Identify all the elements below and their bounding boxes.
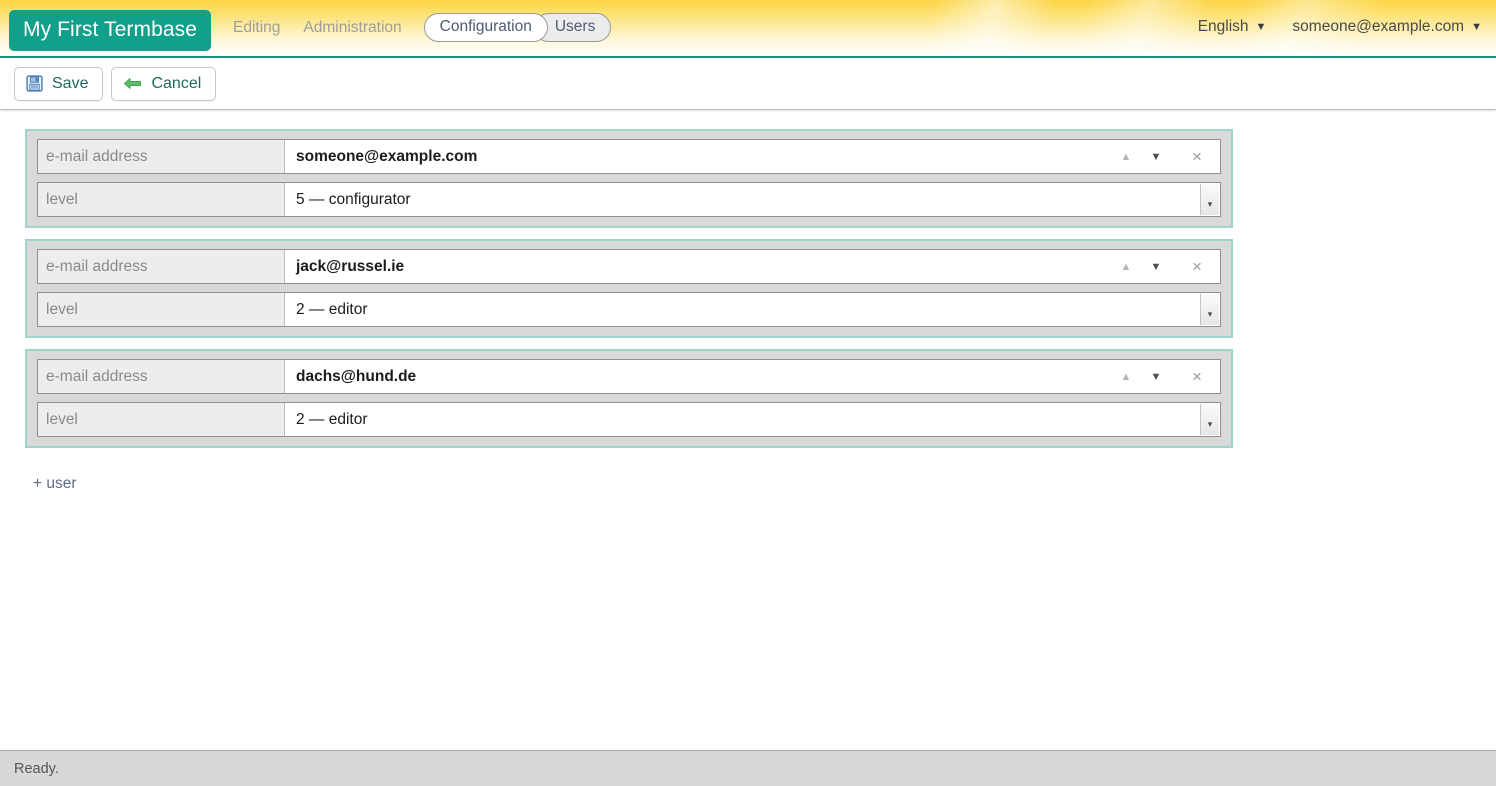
floppy-disk-icon <box>26 75 43 92</box>
email-input[interactable]: someone@example.com <box>285 140 1111 173</box>
email-field-row: e-mail address jack@russel.ie ▲ ▼ × <box>37 249 1221 284</box>
account-menu-label: someone@example.com <box>1292 18 1464 36</box>
level-field-label: level <box>38 403 285 436</box>
email-field-label: e-mail address <box>38 250 285 283</box>
save-button-label: Save <box>52 75 88 93</box>
email-field-label: e-mail address <box>38 360 285 393</box>
nav-item-administration[interactable]: Administration <box>303 19 401 37</box>
action-toolbar: Save Cancel <box>0 58 1496 110</box>
level-field-label: level <box>38 183 285 216</box>
cancel-button-label: Cancel <box>151 75 201 93</box>
language-menu[interactable]: English ▼ <box>1198 18 1267 36</box>
email-field-row: e-mail address dachs@hund.de ▲ ▼ × <box>37 359 1221 394</box>
row-action-group: ▲ ▼ × <box>1111 140 1220 173</box>
add-user-button[interactable]: + user <box>33 475 77 493</box>
cancel-button[interactable]: Cancel <box>111 67 216 101</box>
move-up-icon[interactable]: ▲ <box>1111 140 1141 173</box>
tab-pill-group: Configuration Users <box>424 13 612 42</box>
status-bar: Ready. <box>0 750 1496 786</box>
primary-nav: Editing Administration <box>233 19 402 37</box>
level-field-label: level <box>38 293 285 326</box>
select-caret-icon[interactable]: ▾ <box>1200 404 1219 435</box>
email-input[interactable]: dachs@hund.de <box>285 360 1111 393</box>
level-select-value[interactable]: 5 — configurator <box>285 183 1200 216</box>
row-action-group: ▲ ▼ × <box>1111 250 1220 283</box>
tab-configuration[interactable]: Configuration <box>424 13 548 42</box>
save-button[interactable]: Save <box>14 67 103 101</box>
move-up-icon[interactable]: ▲ <box>1111 360 1141 393</box>
level-select-value[interactable]: 2 — editor <box>285 403 1200 436</box>
move-down-icon[interactable]: ▼ <box>1141 250 1171 283</box>
level-field-row: level 5 — configurator ▾ <box>37 182 1221 217</box>
user-card: e-mail address someone@example.com ▲ ▼ ×… <box>25 129 1233 228</box>
header-right-group: English ▼ someone@example.com ▼ <box>1198 18 1496 36</box>
remove-user-icon[interactable]: × <box>1182 140 1212 173</box>
chevron-down-icon: ▼ <box>1471 21 1482 33</box>
brand-logo[interactable]: My First Termbase <box>9 10 211 51</box>
row-action-group: ▲ ▼ × <box>1111 360 1220 393</box>
arrow-left-icon <box>123 76 142 91</box>
email-field-row: e-mail address someone@example.com ▲ ▼ × <box>37 139 1221 174</box>
level-field-row: level 2 — editor ▾ <box>37 292 1221 327</box>
chevron-down-icon: ▼ <box>1256 21 1267 33</box>
select-caret-icon[interactable]: ▾ <box>1200 294 1219 325</box>
users-configuration-panel: e-mail address someone@example.com ▲ ▼ ×… <box>0 110 1496 750</box>
status-bar-text: Ready. <box>14 761 59 777</box>
app-header: My First Termbase Editing Administration… <box>0 0 1496 58</box>
level-field-row: level 2 — editor ▾ <box>37 402 1221 437</box>
remove-user-icon[interactable]: × <box>1182 360 1212 393</box>
user-card: e-mail address dachs@hund.de ▲ ▼ × level… <box>25 349 1233 448</box>
email-field-label: e-mail address <box>38 140 285 173</box>
move-down-icon[interactable]: ▼ <box>1141 140 1171 173</box>
email-input[interactable]: jack@russel.ie <box>285 250 1111 283</box>
level-select-value[interactable]: 2 — editor <box>285 293 1200 326</box>
remove-user-icon[interactable]: × <box>1182 250 1212 283</box>
nav-item-editing[interactable]: Editing <box>233 19 280 37</box>
language-menu-label: English <box>1198 18 1249 36</box>
account-menu[interactable]: someone@example.com ▼ <box>1292 18 1482 36</box>
move-down-icon[interactable]: ▼ <box>1141 360 1171 393</box>
select-caret-icon[interactable]: ▾ <box>1200 184 1219 215</box>
user-card: e-mail address jack@russel.ie ▲ ▼ × leve… <box>25 239 1233 338</box>
move-up-icon[interactable]: ▲ <box>1111 250 1141 283</box>
